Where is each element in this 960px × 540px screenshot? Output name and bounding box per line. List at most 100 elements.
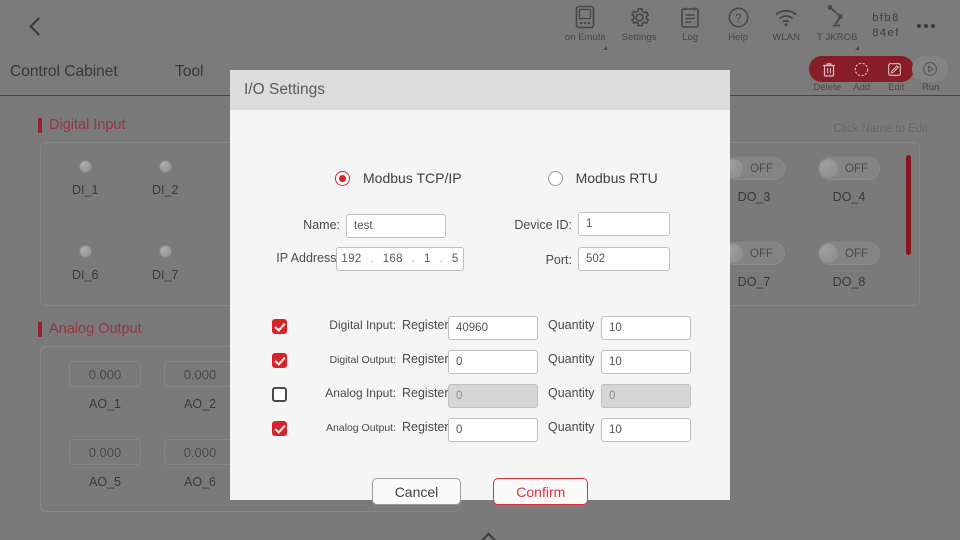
delete-button[interactable] (812, 56, 845, 82)
dropdown-corner-icon (855, 46, 859, 50)
emulator-icon (572, 3, 598, 31)
di-cell-1[interactable]: DI_1 (72, 160, 98, 197)
ao-cell-2[interactable]: 0.000 AO_2 (164, 361, 236, 411)
dialog-buttons: Cancel Confirm (230, 478, 730, 505)
run-button[interactable] (912, 56, 948, 82)
robot-arm-icon (824, 3, 850, 31)
name-input[interactable]: test (346, 214, 446, 238)
ip-separator: . (370, 253, 374, 265)
toggle-knob (818, 158, 839, 179)
back-button[interactable] (18, 8, 54, 44)
toggle-switch[interactable]: OFF (723, 157, 785, 180)
label-digital-output: Digital Output: (274, 354, 396, 366)
topbar-item-log[interactable]: Log (666, 0, 714, 52)
do-state-8: OFF (845, 248, 868, 260)
log-icon (677, 3, 703, 31)
radio-button-unselected-icon (548, 171, 563, 186)
port-input[interactable]: 502 (578, 247, 670, 271)
do-label-8: DO_8 (833, 275, 866, 289)
register-address-input-analog-output[interactable]: 0 (448, 418, 538, 442)
ao-value-6[interactable]: 0.000 (164, 439, 236, 465)
action-toolbar-pill (809, 56, 914, 82)
run-play-icon (922, 56, 938, 82)
do-label-4: DO_4 (833, 190, 866, 204)
do-cell-4[interactable]: OFF DO_4 (818, 157, 880, 204)
ao-value-1[interactable]: 0.000 (69, 361, 141, 387)
ao-cell-6[interactable]: 0.000 AO_6 (164, 439, 236, 489)
add-label: Add (845, 82, 880, 93)
di-cell-7[interactable]: DI_7 (152, 245, 178, 282)
device-id-input[interactable]: 1 (578, 212, 670, 236)
name-label: Name: (268, 218, 340, 232)
digital-input-title-text: Digital Input (49, 117, 126, 133)
di-label-7: DI_7 (152, 268, 178, 282)
radio-label-rtu: Modbus RTU (576, 170, 658, 186)
radio-modbus-rtu[interactable]: Modbus RTU (548, 170, 658, 186)
toggle-switch[interactable]: OFF (818, 242, 880, 265)
tab-tool[interactable]: Tool (175, 63, 203, 81)
register-address-input-digital-input[interactable]: 40960 (448, 316, 538, 340)
do-state-7: OFF (750, 248, 773, 260)
topbar-item-help[interactable]: ? Help (714, 0, 762, 52)
io-settings-dialog: I/O Settings Modbus TCP/IP Modbus RTU Na… (230, 70, 730, 500)
ao-label-5: AO_5 (89, 475, 121, 489)
quantity-input-digital-input[interactable]: 10 (601, 316, 691, 340)
analog-output-title-text: Analog Output (49, 321, 142, 337)
do-cell-7[interactable]: OFF DO_7 (723, 242, 785, 289)
register-row-analog-input: Analog Input: Register Address 0 Quantit… (230, 384, 730, 414)
more-options-icon[interactable] (906, 0, 946, 52)
top-bar-icons: on Emula Settings (558, 0, 946, 52)
topbar-item-wlan[interactable]: WLAN (762, 0, 810, 52)
radio-button-selected-icon (335, 171, 350, 186)
tab-control-cabinet[interactable]: Control Cabinet (10, 63, 118, 81)
section-title-digital-input: Digital Input (38, 117, 126, 133)
ao-value-2[interactable]: 0.000 (164, 361, 236, 387)
topbar-item-emulator[interactable]: on Emula (558, 0, 612, 52)
ip-octet-4: 5 (452, 253, 459, 265)
ao-cell-1[interactable]: 0.000 AO_1 (69, 361, 141, 411)
led-indicator-icon (79, 160, 92, 173)
quantity-label: Quantity (548, 386, 595, 400)
action-toolbar-labels: Delete Add Edit Run (810, 82, 948, 93)
ao-label-1: AO_1 (89, 397, 121, 411)
do-label-7: DO_7 (738, 275, 771, 289)
add-button[interactable] (845, 56, 878, 82)
topbar-label-emulator: on Emula (565, 32, 606, 43)
edit-label: Edit (879, 82, 914, 93)
cancel-button[interactable]: Cancel (372, 478, 462, 505)
di-cell-6[interactable]: DI_6 (72, 245, 98, 282)
toggle-switch[interactable]: OFF (723, 242, 785, 265)
ip-address-input[interactable]: 192 . 168 . 1 . 5 (336, 247, 464, 271)
topbar-label-robot: T JKROB (817, 32, 858, 43)
register-address-input-digital-output[interactable]: 0 (448, 350, 538, 374)
wifi-icon (773, 3, 799, 31)
ao-value-5[interactable]: 0.000 (69, 439, 141, 465)
radio-modbus-tcpip[interactable]: Modbus TCP/IP (335, 170, 462, 186)
register-address-input-analog-input: 0 (448, 384, 538, 408)
do-cell-3[interactable]: OFF DO_3 (723, 157, 785, 204)
connection-fields: Name: test Device ID: 1 IP Address: 192 … (230, 212, 730, 278)
quantity-label: Quantity (548, 420, 595, 434)
topbar-item-settings[interactable]: Settings (612, 0, 666, 52)
ip-octet-2: 168 (383, 253, 403, 265)
di-cell-2[interactable]: DI_2 (152, 160, 178, 197)
do-state-4: OFF (845, 163, 868, 175)
register-row-analog-output: Analog Output: Register Address 0 Quanti… (230, 418, 730, 448)
toggle-switch[interactable]: OFF (818, 157, 880, 180)
quantity-input-analog-output[interactable]: 10 (601, 418, 691, 442)
di-label-6: DI_6 (72, 268, 98, 282)
panel-scrollbar[interactable] (906, 155, 911, 255)
quantity-label: Quantity (548, 318, 595, 332)
register-row-digital-input: Digital Input: Register Address 40960 Qu… (230, 316, 730, 346)
do-cell-8[interactable]: OFF DO_8 (818, 242, 880, 289)
click-name-hint: Click Name to Edit (833, 123, 928, 135)
do-state-3: OFF (750, 163, 773, 175)
confirm-button[interactable]: Confirm (493, 478, 588, 505)
quantity-input-digital-output[interactable]: 10 (601, 350, 691, 374)
topbar-item-robot[interactable]: T JKROB (810, 0, 864, 52)
dialog-body: Modbus TCP/IP Modbus RTU Name: test Devi… (230, 110, 730, 500)
edit-button[interactable] (878, 56, 911, 82)
quantity-label: Quantity (548, 352, 595, 366)
ip-octet-1: 192 (341, 253, 361, 265)
ao-cell-5[interactable]: 0.000 AO_5 (69, 439, 141, 489)
